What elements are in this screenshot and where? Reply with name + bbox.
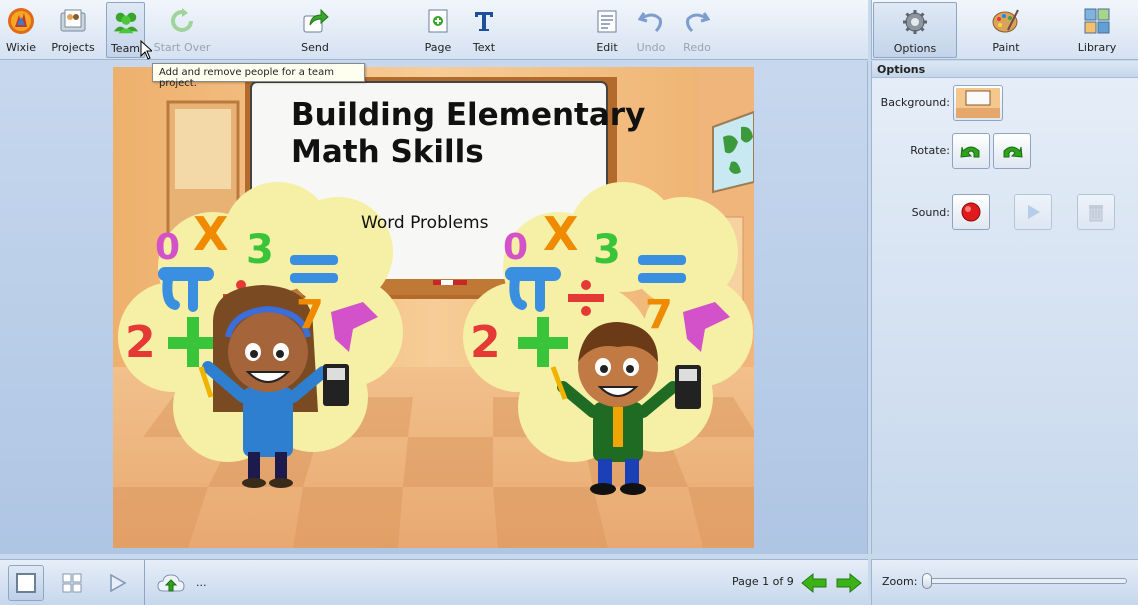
paint-button[interactable]: Paint — [988, 2, 1024, 58]
background-thumbnail-icon — [956, 88, 1000, 118]
grid-icon — [62, 573, 82, 593]
delete-sound-button[interactable] — [1077, 194, 1115, 230]
cloud-upload-icon — [157, 574, 185, 592]
text-button[interactable]: Text — [469, 2, 499, 58]
zoom-label: Zoom: — [882, 575, 918, 588]
team-icon — [112, 8, 140, 36]
undo-icon — [637, 7, 665, 35]
math-symbol: 2 — [470, 317, 501, 368]
math-symbol: 0 — [155, 227, 181, 268]
page-label: Page — [424, 41, 452, 54]
paint-label: Paint — [992, 41, 1020, 54]
text-icon — [470, 7, 498, 35]
rotate-right-button[interactable] — [993, 133, 1031, 169]
next-page-button[interactable] — [831, 565, 867, 601]
team-label: Team — [110, 42, 141, 55]
slide-title-line2[interactable]: Math Skills — [291, 134, 484, 170]
grid-view-button[interactable] — [54, 565, 90, 601]
math-symbol: X — [543, 207, 579, 261]
play-slideshow-button[interactable] — [99, 565, 135, 601]
play-icon — [110, 573, 127, 593]
wixie-logo-icon — [7, 7, 35, 35]
math-symbol: X — [193, 207, 229, 261]
status-ellipsis: ... — [196, 576, 207, 589]
play-icon — [1028, 205, 1040, 219]
start-over-label: Start Over — [153, 41, 211, 54]
background-label: Background: — [880, 96, 950, 109]
undo-button[interactable]: Undo — [635, 2, 667, 58]
slide-title-line1[interactable]: Building Elementary — [291, 97, 645, 133]
upload-button[interactable] — [153, 565, 189, 601]
options-panel: Options Background: Rotate: Sound: — [871, 61, 1138, 554]
redo-label: Redo — [683, 41, 711, 54]
edit-button[interactable]: Edit — [592, 2, 622, 58]
options-header: Options — [872, 61, 1138, 78]
library-label: Library — [1077, 41, 1117, 54]
play-sound-button[interactable] — [1014, 194, 1052, 230]
wixie-button[interactable]: Wixie — [2, 2, 40, 58]
page-button[interactable]: Page — [422, 2, 454, 58]
options-label: Options — [893, 42, 937, 55]
single-page-icon — [16, 573, 36, 593]
rotate-left-button[interactable] — [952, 133, 990, 169]
wixie-label: Wixie — [5, 41, 37, 54]
math-symbol: 3 — [593, 227, 621, 273]
text-label: Text — [472, 41, 496, 54]
send-button[interactable]: Send — [298, 2, 332, 58]
edit-label: Edit — [596, 41, 618, 54]
record-icon — [961, 202, 981, 222]
math-symbol: 7 — [296, 292, 324, 338]
math-symbol: 0 — [503, 227, 529, 268]
previous-page-button[interactable] — [796, 565, 832, 601]
refresh-icon — [168, 7, 196, 35]
gear-icon — [901, 8, 929, 36]
rotate-right-icon — [1003, 146, 1023, 158]
zoom-slider-thumb[interactable] — [922, 573, 932, 589]
math-symbol: 3 — [246, 227, 274, 273]
zoom-slider-track[interactable] — [925, 578, 1127, 584]
undo-label: Undo — [636, 41, 666, 54]
library-button[interactable]: Library — [1076, 2, 1118, 58]
edit-icon — [593, 7, 621, 35]
options-button[interactable]: Options — [873, 2, 957, 58]
bottom-bar: ... Page 1 of 9 — [0, 559, 868, 605]
projects-button[interactable]: Projects — [50, 2, 96, 58]
palette-icon — [992, 7, 1020, 35]
stage-area: Building Elementary Math Skills Word Pro… — [0, 61, 868, 554]
library-icon — [1083, 7, 1111, 35]
arrow-right-icon — [836, 572, 862, 594]
slide-canvas[interactable]: Building Elementary Math Skills Word Pro… — [113, 67, 754, 548]
team-tooltip: Add and remove people for a team project… — [152, 63, 365, 89]
page-indicator: Page 1 of 9 — [732, 575, 794, 588]
sound-label: Sound: — [911, 206, 950, 219]
math-symbol: 2 — [125, 317, 156, 368]
send-icon — [301, 7, 329, 35]
rotate-left-icon — [960, 146, 980, 158]
projects-label: Projects — [51, 41, 95, 54]
main-toolbar: Wixie Projects Team Start Over Send Page — [0, 0, 868, 60]
mouse-cursor-icon — [140, 39, 154, 63]
background-button[interactable] — [953, 85, 1003, 121]
projects-icon — [59, 7, 87, 35]
record-sound-button[interactable] — [952, 194, 990, 230]
trash-icon — [1089, 205, 1103, 222]
math-symbol: 7 — [645, 292, 673, 338]
right-toolbar: Options Paint Library — [871, 0, 1138, 60]
slide-subtitle[interactable]: Word Problems — [361, 213, 488, 233]
single-page-view-button[interactable] — [8, 565, 44, 601]
add-page-icon — [424, 7, 452, 35]
send-label: Send — [301, 41, 329, 54]
redo-icon — [683, 7, 711, 35]
arrow-left-icon — [801, 572, 827, 594]
rotate-label: Rotate: — [910, 144, 950, 157]
zoom-bar: Zoom: — [871, 559, 1138, 605]
redo-button[interactable]: Redo — [681, 2, 713, 58]
separator — [144, 560, 145, 605]
map-icon — [712, 110, 754, 194]
start-over-button[interactable]: Start Over — [154, 2, 210, 58]
